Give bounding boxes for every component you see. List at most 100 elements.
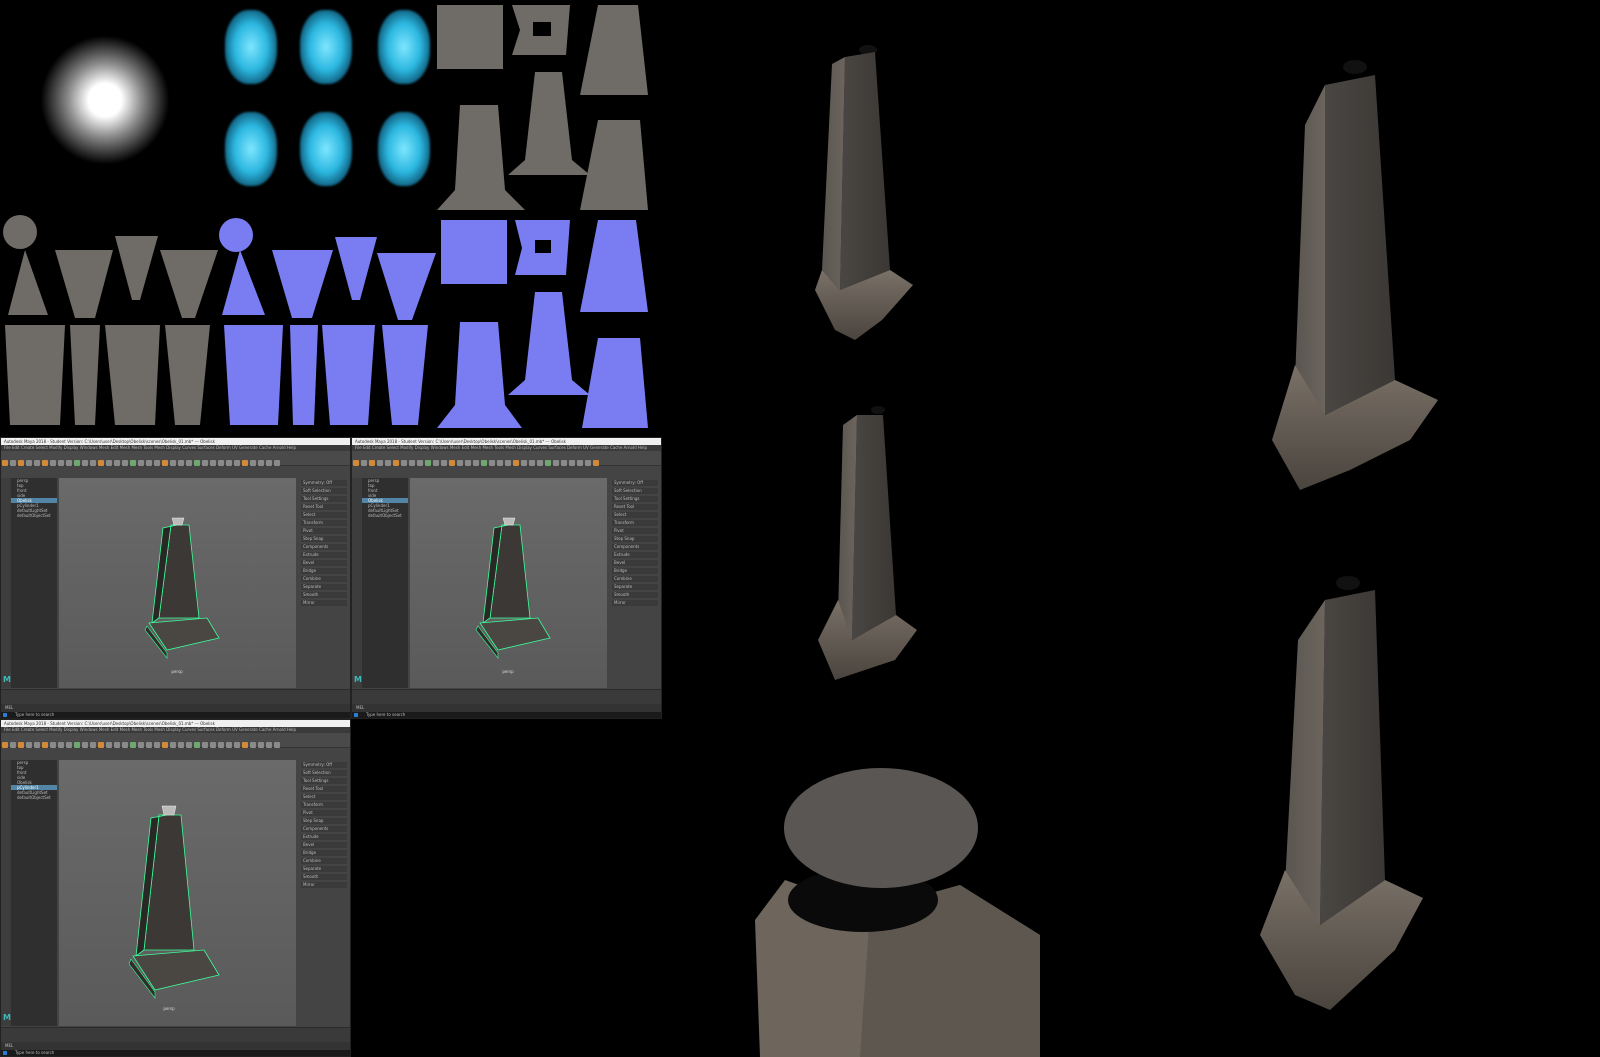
texture-atlas [0,0,660,435]
viewport[interactable]: persp [59,478,296,688]
toolkit-row[interactable]: Smooth [301,592,347,598]
toolkit-row[interactable]: Pivot [612,528,658,534]
obelisk-model: persp [475,517,551,674]
modeling-toolkit-panel[interactable]: Symmetry: Off Soft Selection Tool Settin… [298,760,350,1026]
toolkit-row[interactable]: Pivot [301,810,347,816]
shelf-toolbar[interactable] [352,451,661,466]
toolkit-row[interactable]: Bevel [301,842,347,848]
time-slider[interactable] [352,689,661,704]
command-line[interactable]: MEL [352,704,661,712]
toolkit-row[interactable]: Select [301,794,347,800]
outliner[interactable]: persp top front side Obelisk pCylinder1 … [11,760,57,1026]
taskbar-search[interactable]: Type here to search [15,712,54,717]
maya-logo-icon: M [3,1013,11,1022]
toolkit-row[interactable]: Tool Settings [301,496,347,502]
taskbar: Type here to search [1,1050,350,1056]
toolkit-row[interactable]: Mirror [301,882,347,888]
toolkit-row[interactable]: Smooth [612,592,658,598]
outliner-item[interactable]: defaultObjectSet [11,795,57,800]
outliner-item[interactable]: defaultObjectSet [362,513,408,518]
toolkit-row[interactable]: Reset Tool [301,504,347,510]
windows-start-icon[interactable] [3,1051,7,1055]
obelisk-model: persp [128,805,220,1011]
obelisk-render [818,406,917,680]
viewport[interactable]: persp [410,478,607,688]
uv-shells [3,5,648,428]
toolkit-row[interactable]: Extrude [301,552,347,558]
taskbar-search[interactable]: Type here to search [15,1050,54,1055]
windows-start-icon[interactable] [354,713,358,717]
modeling-toolkit-panel[interactable]: Symmetry: Off Soft Selection Tool Settin… [609,478,661,688]
taskbar: Type here to search [1,712,350,718]
tool-box[interactable] [352,478,362,688]
viewport-label: persp [502,669,514,674]
toolkit-row[interactable]: Transform [301,520,347,526]
toolkit-row[interactable]: Mirror [301,600,347,606]
toolkit-row[interactable]: Tool Settings [301,778,347,784]
toolkit-row[interactable]: Transform [301,802,347,808]
command-line[interactable]: MEL [1,704,350,712]
toolkit-row[interactable]: Combine [301,858,347,864]
toolkit-row[interactable]: Symmetry: Off [301,480,347,486]
obelisk-render [1260,576,1423,1010]
window-title: Autodesk Maya 2018 - Student Version: C:… [1,720,350,727]
toolkit-row[interactable]: Separate [301,584,347,590]
maya-window: Autodesk Maya 2018 - Student Version: C:… [0,437,351,719]
toolkit-row[interactable]: Symmetry: Off [301,762,347,768]
outliner[interactable]: persp top front side Obelisk pCylinder1 … [362,478,408,688]
toolkit-row[interactable]: Components [301,544,347,550]
toolkit-row[interactable]: Pivot [301,528,347,534]
toolkit-row[interactable]: Bridge [301,568,347,574]
time-slider[interactable] [1,689,350,704]
toolkit-row[interactable]: Step Snap [301,536,347,542]
maya-logo-icon: M [354,675,362,684]
toolkit-row[interactable]: Bevel [612,560,658,566]
obelisk-model: persp [144,517,220,674]
toolkit-row[interactable]: Extrude [301,834,347,840]
toolkit-row[interactable]: Step Snap [301,818,347,824]
toolkit-row[interactable]: Transform [612,520,658,526]
obelisk-renders [755,45,1438,1057]
toolkit-row[interactable]: Smooth [301,874,347,880]
shelf-toolbar[interactable] [1,733,350,748]
toolkit-row[interactable]: Symmetry: Off [612,480,658,486]
obelisk-render [815,45,913,340]
tool-box[interactable] [1,478,11,688]
toolkit-row[interactable]: Separate [612,584,658,590]
toolkit-row[interactable]: Soft Selection [301,770,347,776]
time-slider[interactable] [1,1027,350,1042]
windows-start-icon[interactable] [3,713,7,717]
toolkit-row[interactable]: Soft Selection [612,488,658,494]
viewport-label: persp [171,669,183,674]
toolkit-row[interactable]: Mirror [612,600,658,606]
outliner[interactable]: persp top front side Obelisk pCylinder1 … [11,478,57,688]
viewport-label: persp [163,1006,175,1011]
toolkit-row[interactable]: Bevel [301,560,347,566]
toolkit-row[interactable]: Select [612,512,658,518]
shelf-toolbar[interactable] [1,451,350,466]
toolkit-row[interactable]: Combine [301,576,347,582]
toolkit-row[interactable]: Select [301,512,347,518]
toolkit-row[interactable]: Separate [301,866,347,872]
toolkit-row[interactable]: Extrude [612,552,658,558]
toolkit-row[interactable]: Reset Tool [301,786,347,792]
toolkit-row[interactable]: Step Snap [612,536,658,542]
toolkit-row[interactable]: Bridge [301,850,347,856]
taskbar-search[interactable]: Type here to search [366,712,405,717]
toolkit-row[interactable]: Tool Settings [612,496,658,502]
modeling-toolkit-panel[interactable]: Symmetry: Off Soft Selection Tool Settin… [298,478,350,688]
toolkit-row[interactable]: Reset Tool [612,504,658,510]
toolkit-row[interactable]: Soft Selection [301,488,347,494]
toolkit-row[interactable]: Components [612,544,658,550]
obelisk-closeup [755,768,1040,1057]
viewport[interactable]: persp [59,760,296,1026]
maya-window: Autodesk Maya 2018 - Student Version: C:… [0,719,351,1057]
toolkit-row[interactable]: Combine [612,576,658,582]
tool-box[interactable] [1,760,11,1026]
window-title: Autodesk Maya 2018 - Student Version: C:… [352,438,661,445]
outliner-item[interactable]: defaultObjectSet [11,513,57,518]
toolkit-row[interactable]: Components [301,826,347,832]
command-line[interactable]: MEL [1,1042,350,1050]
toolkit-row[interactable]: Bridge [612,568,658,574]
maya-window: Autodesk Maya 2018 - Student Version: C:… [351,437,662,719]
